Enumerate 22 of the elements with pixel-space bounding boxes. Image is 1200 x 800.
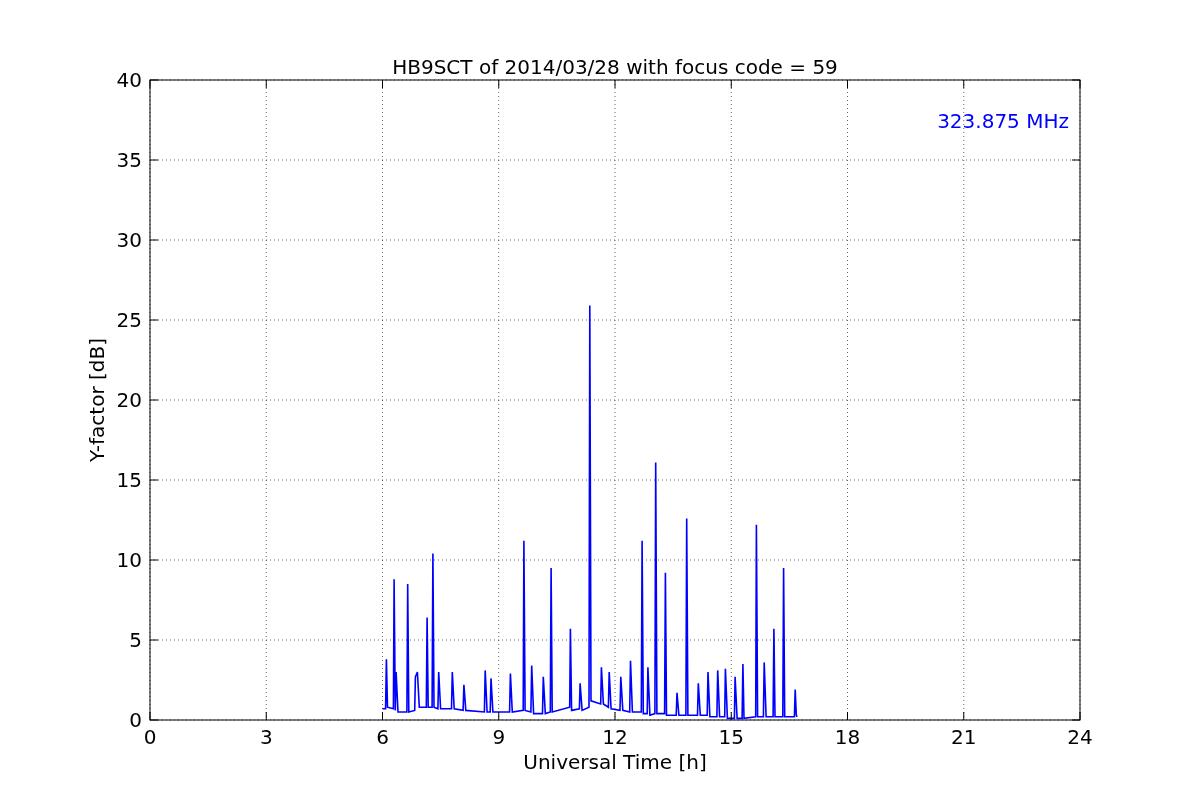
tick-label: 35 bbox=[116, 148, 142, 172]
frequency-label: 323.875 MHz bbox=[937, 109, 1069, 133]
tick-label: 15 bbox=[116, 468, 142, 492]
tick-label: 12 bbox=[602, 725, 628, 749]
tick-label: 30 bbox=[116, 228, 142, 252]
tick-label: 0 bbox=[143, 725, 157, 749]
chart-title: HB9SCT of 2014/03/28 with focus code = 59 bbox=[392, 55, 838, 79]
tick-label: 40 bbox=[116, 68, 142, 92]
axis-label: Universal Time [h] bbox=[523, 750, 707, 774]
axis-label: Y-factor [dB] bbox=[85, 338, 109, 462]
tick-label: 24 bbox=[1067, 725, 1093, 749]
tick-label: 5 bbox=[129, 628, 142, 652]
tick-label: 18 bbox=[834, 725, 861, 749]
tick-label: 25 bbox=[116, 308, 142, 332]
tick-label: 3 bbox=[259, 725, 273, 749]
tick-label: 6 bbox=[376, 725, 389, 749]
tick-label: 15 bbox=[718, 725, 744, 749]
tick-label: 20 bbox=[116, 388, 142, 412]
tick-label: 9 bbox=[492, 725, 506, 749]
tick-label: 21 bbox=[951, 725, 977, 749]
tick-label: 0 bbox=[129, 708, 142, 732]
tick-label: 10 bbox=[116, 548, 142, 572]
